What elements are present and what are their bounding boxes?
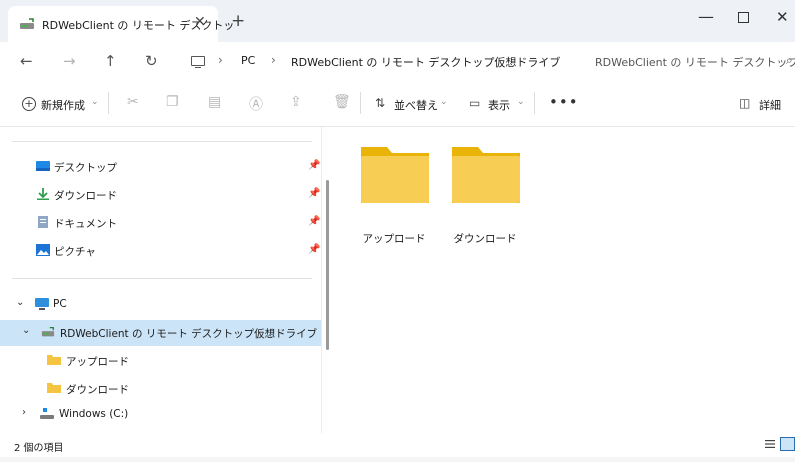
- toolbar-divider: [360, 92, 361, 114]
- view-button[interactable]: 表示: [488, 97, 510, 113]
- network-drive-icon: [41, 326, 55, 337]
- more-options-button[interactable]: •••: [549, 93, 579, 111]
- navigation-pane: デスクトップ 📌 ダウンロード 📌 ドキュメント 📌 ピクチャ 📌 ⌄ PC ⌄…: [0, 127, 322, 433]
- sidebar-item-label: ドキュメント: [54, 218, 117, 230]
- chevron-down-icon[interactable]: ⌄: [16, 297, 24, 308]
- breadcrumb-drive[interactable]: RDWebClient の リモート デスクトップ仮想ドライブ: [291, 54, 560, 70]
- view-icon: ▭: [469, 96, 481, 110]
- sidebar-item-label: デスクトップ: [54, 162, 117, 174]
- pictures-icon: [36, 244, 50, 256]
- windows-drive-icon: [40, 408, 54, 419]
- folder-name: ダウンロード: [453, 233, 517, 245]
- new-button[interactable]: 新規作成: [41, 97, 85, 113]
- desktop-icon: [36, 161, 50, 171]
- sidebar-item-windows-c[interactable]: › Windows (C:): [0, 402, 322, 428]
- plus-circle-icon: +: [22, 97, 36, 111]
- sidebar-item-label: ピクチャ: [54, 246, 96, 258]
- document-icon: [38, 216, 48, 228]
- close-window-button[interactable]: ✕: [776, 8, 789, 26]
- pane-splitter[interactable]: [321, 127, 322, 433]
- details-view-icon[interactable]: [765, 439, 775, 449]
- sort-icon: ⇅: [375, 96, 386, 110]
- search-placeholder: RDWebClient の リモート デスクトップ: [595, 56, 795, 69]
- sidebar-item-upload[interactable]: アップロード: [0, 348, 322, 374]
- status-bar: 2 個の項目: [0, 433, 795, 457]
- sidebar-item-rd-drive[interactable]: ⌄ RDWebClient の リモート デスクトップ仮想ドライブ: [0, 320, 322, 346]
- breadcrumb-separator: ›: [271, 53, 276, 67]
- large-icons-view-icon[interactable]: [780, 437, 795, 451]
- share-icon[interactable]: ⇪: [290, 94, 302, 110]
- chevron-right-icon[interactable]: ›: [22, 407, 26, 418]
- toolbar-divider: [534, 92, 535, 114]
- download-icon: [37, 188, 49, 200]
- new-tab-button[interactable]: +: [231, 11, 245, 31]
- pc-icon: [35, 298, 49, 310]
- search-icon: ⌕: [786, 53, 793, 67]
- network-drive-icon: [20, 18, 34, 29]
- back-icon[interactable]: ←: [20, 52, 33, 70]
- folder-icon: [47, 355, 61, 365]
- forward-icon[interactable]: →: [63, 52, 76, 70]
- pin-icon[interactable]: 📌: [308, 216, 320, 227]
- tab-close-icon[interactable]: ✕: [194, 14, 206, 30]
- folder-icon: [47, 383, 61, 393]
- details-pane-icon: ◫: [739, 96, 751, 110]
- folder-icon: [361, 147, 429, 203]
- toolbar-divider: [108, 92, 109, 114]
- sidebar-item-label: PC: [53, 298, 67, 310]
- maximize-button[interactable]: [738, 12, 749, 23]
- sort-button[interactable]: 並べ替え: [394, 97, 438, 113]
- copy-icon[interactable]: ❐: [166, 94, 179, 110]
- tab-rdwebclient[interactable]: RDWebClient の リモート デスクトッ ✕: [8, 6, 234, 42]
- cut-icon[interactable]: ✂: [127, 94, 139, 110]
- file-list: アップロード ダウンロード: [330, 127, 795, 433]
- minimize-button[interactable]: —: [698, 7, 714, 26]
- paste-icon[interactable]: ▤: [208, 94, 221, 110]
- sidebar-item-label: RDWebClient の リモート デスクトップ仮想ドライブ: [60, 328, 318, 340]
- search-box[interactable]: RDWebClient の リモート デスクトップ ⌕: [583, 47, 795, 75]
- delete-icon[interactable]: 🗑: [333, 94, 351, 110]
- chevron-down-icon[interactable]: ⌄: [22, 325, 30, 336]
- sidebar-item-documents[interactable]: ドキュメント 📌: [0, 210, 322, 236]
- chevron-down-icon: ⌄: [91, 97, 99, 107]
- breadcrumb-separator: ›: [218, 53, 223, 67]
- navigation-bar: ← → ↑ ↻ › PC › RDWebClient の リモート デスクトップ…: [0, 42, 795, 82]
- up-icon[interactable]: ↑: [104, 52, 117, 70]
- window-bottom-edge: [0, 457, 795, 462]
- folder-icon: [452, 147, 520, 203]
- item-count: 2 個の項目: [14, 443, 64, 454]
- sidebar-item-download-folder[interactable]: ダウンロード: [0, 376, 322, 402]
- sidebar-item-label: アップロード: [66, 356, 129, 368]
- details-button[interactable]: 詳細: [759, 97, 781, 113]
- sidebar-item-label: ダウンロード: [66, 384, 129, 396]
- refresh-icon[interactable]: ↻: [145, 52, 158, 70]
- sidebar-item-label: ダウンロード: [54, 190, 117, 202]
- pin-icon[interactable]: 📌: [308, 188, 320, 199]
- pin-icon[interactable]: 📌: [308, 244, 320, 255]
- sidebar-scrollbar[interactable]: [326, 180, 329, 350]
- sidebar-item-label: Windows (C:): [59, 408, 129, 420]
- sidebar-divider: [12, 278, 312, 279]
- breadcrumb-separator[interactable]: ›: [541, 53, 546, 67]
- sidebar-divider: [12, 141, 312, 142]
- folder-name: アップロード: [362, 233, 426, 245]
- pin-icon[interactable]: 📌: [308, 160, 320, 171]
- breadcrumb-pc[interactable]: PC: [241, 54, 255, 67]
- chevron-down-icon: ⌄: [517, 97, 525, 107]
- sidebar-item-desktop[interactable]: デスクトップ 📌: [0, 154, 322, 180]
- sidebar-item-pictures[interactable]: ピクチャ 📌: [0, 238, 322, 264]
- command-bar: + 新規作成 ⌄ ✂ ❐ ▤ Ⓐ ⇪ 🗑 ⇅ 並べ替え ⌄ ▭ 表示 ⌄ •••…: [0, 82, 795, 127]
- rename-icon[interactable]: Ⓐ: [249, 94, 263, 114]
- chevron-down-icon: ⌄: [440, 97, 448, 107]
- sidebar-item-downloads[interactable]: ダウンロード 📌: [0, 182, 322, 208]
- folder-item-download[interactable]: ダウンロード: [445, 145, 525, 245]
- monitor-icon: [191, 56, 205, 69]
- title-bar: RDWebClient の リモート デスクトッ ✕ + — ✕: [0, 0, 795, 42]
- sidebar-item-pc[interactable]: ⌄ PC: [0, 292, 322, 318]
- address-bar[interactable]: › PC › RDWebClient の リモート デスクトップ仮想ドライブ ›: [180, 47, 575, 75]
- folder-item-upload[interactable]: アップロード: [354, 145, 434, 245]
